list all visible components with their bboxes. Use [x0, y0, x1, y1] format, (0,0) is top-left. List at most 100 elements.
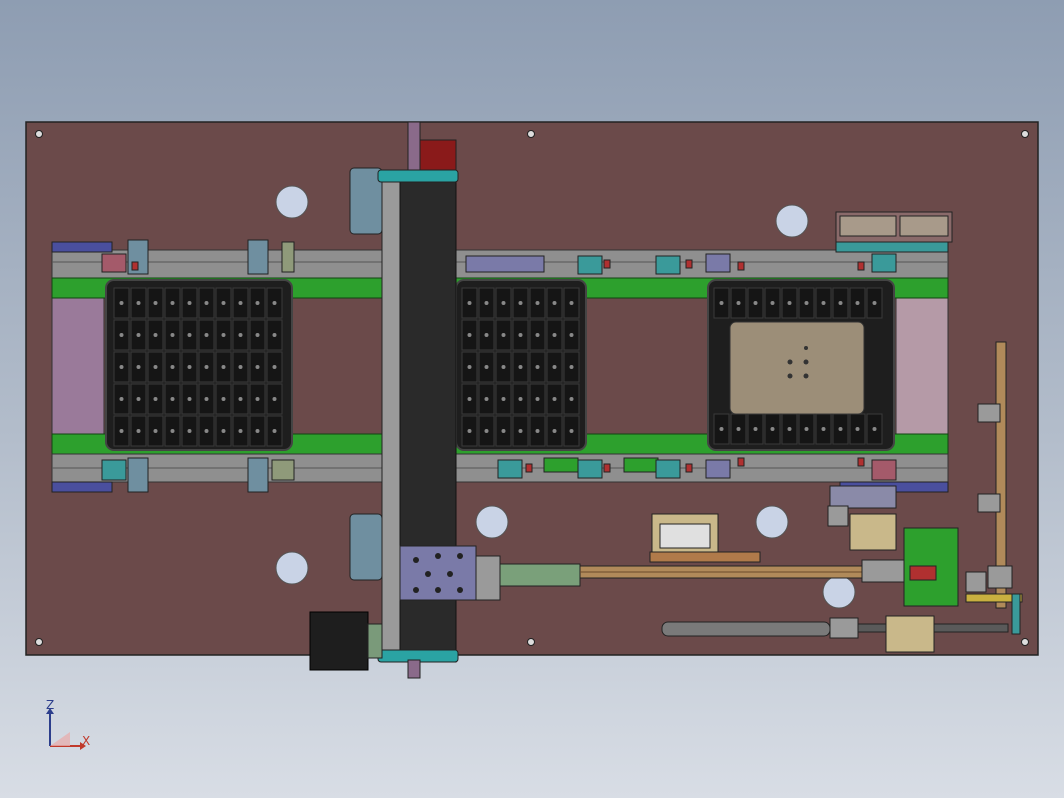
tray-cell-pin: [569, 365, 574, 369]
tray-cell-pin: [484, 429, 489, 433]
tray-cell-pin: [221, 429, 226, 433]
tray-cell-pin: [552, 429, 557, 433]
tray-cell-pin: [153, 333, 158, 337]
tray-cell-pin: [153, 429, 158, 433]
tray-cell-pin: [535, 397, 540, 401]
tray-cell-pin: [255, 365, 260, 369]
x-axis-label: X: [82, 734, 91, 748]
tray-cell-pin: [838, 427, 843, 431]
tray-cell-pin: [136, 429, 141, 433]
tray-cell-pin: [501, 429, 506, 433]
tray-cell-pin: [787, 301, 792, 305]
tray-cell-pin: [552, 397, 557, 401]
tray-cell-pin: [170, 429, 175, 433]
tray-cell-pin: [467, 397, 472, 401]
tray-cell-pin: [170, 333, 175, 337]
tray-cell-pin: [872, 301, 877, 305]
tray-cell-pin: [838, 301, 843, 305]
tray-cell-pin: [518, 333, 523, 337]
tray-cell-pin: [136, 333, 141, 337]
tray-cell-pin: [535, 365, 540, 369]
tray-cell-pin: [821, 427, 826, 431]
tray-cell-pin: [552, 301, 557, 305]
tray-cell-pin: [136, 397, 141, 401]
tray-cell-pin: [467, 365, 472, 369]
tray-cell-pin: [872, 427, 877, 431]
tray-cell-pin: [569, 301, 574, 305]
tray-cell-pin: [255, 333, 260, 337]
cad-viewport[interactable]: [0, 0, 1064, 798]
tray-cell-pin: [467, 333, 472, 337]
tray-cell-pin: [552, 365, 557, 369]
tray-cell-pin: [855, 301, 860, 305]
tray-cell-pin: [272, 301, 277, 305]
tray-cell-pin: [187, 397, 192, 401]
tray-cell-pin: [238, 333, 243, 337]
tray-cell-pin: [204, 301, 209, 305]
tray-cell-pin: [238, 301, 243, 305]
tray-cell-pin: [221, 397, 226, 401]
tray-right: [707, 279, 895, 451]
tray-cell-pin: [272, 397, 277, 401]
tray-cell-pin: [501, 301, 506, 305]
z-axis-label: Z: [46, 698, 55, 712]
tray-cell-pin: [787, 427, 792, 431]
tray-cell-pin: [255, 397, 260, 401]
tray-cell-pin: [753, 427, 758, 431]
tray-cell-pin: [204, 365, 209, 369]
tray-cell-pin: [170, 365, 175, 369]
tray-cell-pin: [119, 397, 124, 401]
tray-cell-pin: [535, 301, 540, 305]
tray-cell-pin: [170, 397, 175, 401]
tray-cell-pin: [136, 301, 141, 305]
tray-left: [105, 279, 293, 451]
tray-cell-pin: [804, 301, 809, 305]
tray-cell-pin: [119, 333, 124, 337]
tray-cell-pin: [719, 301, 724, 305]
tray-cell-pin: [187, 365, 192, 369]
tray-cell-pin: [569, 429, 574, 433]
tray-cell-pin: [255, 429, 260, 433]
tray-cell-pin: [272, 429, 277, 433]
tray-cell-pin: [238, 365, 243, 369]
tray-cell-pin: [187, 429, 192, 433]
tray-cell-pin: [119, 301, 124, 305]
tray-cell-pin: [518, 429, 523, 433]
tray-cell-pin: [569, 397, 574, 401]
tray-cell-pin: [153, 301, 158, 305]
tray-cell-pin: [535, 429, 540, 433]
feeder-top-right: [835, 211, 953, 243]
tray-cell-pin: [119, 365, 124, 369]
tray-cell-pin: [753, 301, 758, 305]
tray-cell-pin: [804, 427, 809, 431]
tray-cell-pin: [821, 301, 826, 305]
tray-cell-pin: [535, 333, 540, 337]
tray-cell-pin: [187, 333, 192, 337]
tray-cell-pin: [187, 301, 192, 305]
tray-cell-pin: [255, 301, 260, 305]
tray-cell-pin: [238, 429, 243, 433]
tray-cell-pin: [204, 333, 209, 337]
tray-cell-pin: [204, 429, 209, 433]
tray-cell-pin: [501, 397, 506, 401]
tray-cell-pin: [204, 397, 209, 401]
tray-cell-pin: [484, 333, 489, 337]
tray-cell-pin: [153, 365, 158, 369]
tray-cell-pin: [569, 333, 574, 337]
tray-cell-pin: [170, 301, 175, 305]
tray-cell-pin: [518, 365, 523, 369]
tray-cell-pin: [238, 397, 243, 401]
tray-cell-pin: [501, 365, 506, 369]
tray-cell-pin: [719, 427, 724, 431]
tray-cell-pin: [221, 333, 226, 337]
tray-cell-pin: [501, 333, 506, 337]
tray-cell-pin: [484, 397, 489, 401]
tray-cell-pin: [736, 301, 741, 305]
tray-cell-pin: [272, 365, 277, 369]
tray-cell-pin: [221, 365, 226, 369]
tray-cell-pin: [518, 301, 523, 305]
tray-cell-pin: [770, 301, 775, 305]
tray-cell-pin: [736, 427, 741, 431]
tray-cell-pin: [467, 301, 472, 305]
tray-cell-pin: [770, 427, 775, 431]
